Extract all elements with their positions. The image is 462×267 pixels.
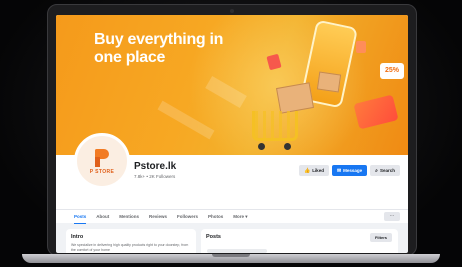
tab-photos[interactable]: Photos bbox=[208, 210, 223, 224]
tab-reviews[interactable]: Reviews bbox=[149, 210, 167, 224]
search-label: Search bbox=[379, 168, 395, 173]
post-placeholder bbox=[207, 249, 267, 253]
profile-header: P STORE Pstore.lk 7.8k+ • 2K Followers 👍… bbox=[56, 133, 408, 209]
liked-label: Liked bbox=[312, 168, 324, 173]
pstore-logo-icon bbox=[92, 148, 112, 168]
laptop-screen: Buy everything in one place 25% P STORE bbox=[56, 15, 408, 253]
tab-more[interactable]: More ▾ bbox=[233, 210, 247, 224]
sale-badge: 25% bbox=[380, 63, 404, 79]
cart-wheel bbox=[284, 143, 291, 150]
tab-followers[interactable]: Followers bbox=[177, 210, 198, 224]
liked-button[interactable]: 👍 Liked bbox=[298, 165, 329, 176]
page-content: Intro We specialize in delivering high q… bbox=[56, 223, 408, 253]
package-box bbox=[316, 71, 342, 93]
more-options-button[interactable]: ··· bbox=[384, 212, 400, 221]
posts-card: Posts Filters ✎ bbox=[201, 229, 398, 253]
search-button[interactable]: ⌕ Search bbox=[370, 165, 400, 176]
laptop-lid: Buy everything in one place 25% P STORE bbox=[47, 4, 417, 256]
page-stats: 7.8k+ • 2K Followers bbox=[134, 174, 176, 179]
posts-heading: Posts bbox=[206, 234, 221, 240]
message-button[interactable]: ✉ Message bbox=[331, 165, 368, 176]
filters-button[interactable]: Filters bbox=[369, 233, 392, 242]
shopping-bag-icon bbox=[356, 41, 366, 53]
cover-headline: Buy everything in one place bbox=[94, 31, 224, 66]
avatar[interactable]: P STORE bbox=[74, 133, 130, 189]
stage: Buy everything in one place 25% P STORE bbox=[0, 0, 462, 267]
page-tabs: Posts About Mentions Reviews Followers P… bbox=[56, 209, 408, 224]
tab-posts[interactable]: Posts bbox=[74, 210, 87, 224]
cart-wheel bbox=[258, 143, 265, 150]
logo-text: P STORE bbox=[89, 168, 115, 175]
messenger-icon: ✉ bbox=[336, 167, 342, 174]
tab-mentions[interactable]: Mentions bbox=[119, 210, 139, 224]
laptop-base bbox=[22, 254, 440, 263]
message-label: Message bbox=[343, 168, 363, 173]
shopping-cart-illustration bbox=[252, 111, 298, 141]
intro-text: We specialize in delivering high quality… bbox=[71, 243, 189, 252]
intro-card: Intro We specialize in delivering high q… bbox=[66, 229, 196, 253]
intro-heading: Intro bbox=[71, 234, 84, 240]
page-title[interactable]: Pstore.lk bbox=[134, 161, 176, 172]
search-icon: ⌕ bbox=[375, 167, 378, 174]
thumbs-up-icon: 👍 bbox=[303, 167, 311, 174]
base-notch bbox=[212, 254, 250, 257]
action-buttons: 👍 Liked ✉ Message ⌕ Search bbox=[298, 165, 400, 176]
tab-about[interactable]: About bbox=[96, 210, 109, 224]
camera bbox=[230, 9, 234, 13]
